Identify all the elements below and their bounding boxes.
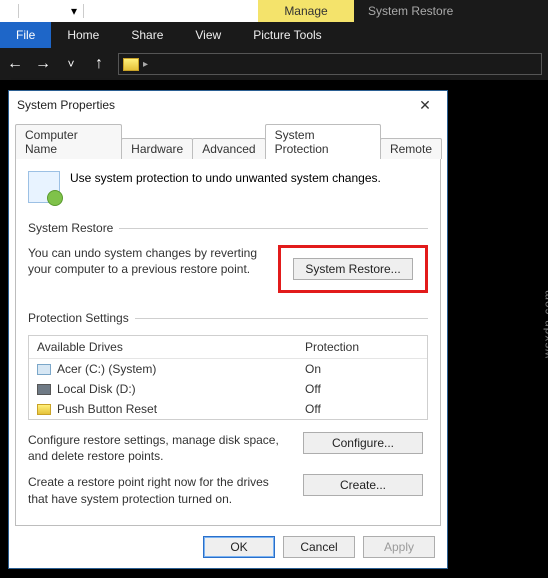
up-button[interactable]: ↑ xyxy=(90,55,108,73)
drives-table: Available Drives Protection Acer (C:) (S… xyxy=(28,335,428,420)
col-protection[interactable]: Protection xyxy=(297,336,427,358)
ribbon-context-label: Manage xyxy=(258,0,354,22)
dialog-actions: OK Cancel Apply xyxy=(9,526,447,568)
tab-hardware[interactable]: Hardware xyxy=(121,138,193,159)
ribbon-tabs: File Home Share View Picture Tools xyxy=(0,22,548,48)
system-restore-button[interactable]: System Restore... xyxy=(293,258,413,280)
tab-file[interactable]: File xyxy=(0,22,51,48)
ok-button[interactable]: OK xyxy=(203,536,275,558)
tab-panel: Use system protection to undo unwanted s… xyxy=(15,158,441,526)
group-system-restore: System Restore xyxy=(28,221,428,235)
col-available-drives[interactable]: Available Drives xyxy=(29,336,297,358)
separator xyxy=(18,4,19,18)
tab-system-protection[interactable]: System Protection xyxy=(265,124,381,159)
highlight-box: System Restore... xyxy=(278,245,428,293)
table-row[interactable]: Local Disk (D:) Off xyxy=(29,379,427,399)
window-title: System Restore xyxy=(354,0,548,22)
intro-text: Use system protection to undo unwanted s… xyxy=(70,171,381,185)
drive-name: Local Disk (D:) xyxy=(57,382,136,396)
drive-icon xyxy=(37,384,51,395)
drive-icon xyxy=(37,364,51,375)
group-protection-settings: Protection Settings xyxy=(28,311,428,325)
address-folder-icon xyxy=(123,58,139,71)
apply-button[interactable]: Apply xyxy=(363,536,435,558)
table-row[interactable]: Push Button Reset Off xyxy=(29,399,427,419)
dialog-titlebar[interactable]: System Properties ✕ xyxy=(9,91,447,119)
configure-description: Configure restore settings, manage disk … xyxy=(28,432,286,464)
cancel-button[interactable]: Cancel xyxy=(283,536,355,558)
intro-row: Use system protection to undo unwanted s… xyxy=(28,171,428,203)
tab-remote[interactable]: Remote xyxy=(380,138,442,159)
folder-icon xyxy=(37,404,51,415)
dialog-tabs: Computer Name Hardware Advanced System P… xyxy=(9,123,447,158)
qat-newfolder-icon[interactable] xyxy=(51,5,67,18)
table-header: Available Drives Protection xyxy=(29,336,427,359)
tab-advanced[interactable]: Advanced xyxy=(192,138,265,159)
create-button[interactable]: Create... xyxy=(303,474,423,496)
system-protection-icon xyxy=(28,171,60,203)
drive-state: On xyxy=(297,359,427,379)
drive-name: Push Button Reset xyxy=(57,402,157,416)
configure-button[interactable]: Configure... xyxy=(303,432,423,454)
tab-picture-tools[interactable]: Picture Tools xyxy=(237,22,337,48)
nav-toolbar: ← → ˅ ↑ ▸ xyxy=(0,48,548,80)
quick-access-toolbar: ▾ xyxy=(0,0,258,22)
qat-dropdown-icon[interactable]: ▾ xyxy=(71,4,77,18)
chevron-right-icon[interactable]: ▸ xyxy=(143,59,148,70)
tab-share[interactable]: Share xyxy=(115,22,179,48)
forward-button[interactable]: → xyxy=(34,55,52,73)
explorer-header: ▾ Manage System Restore File Home Share … xyxy=(0,0,548,80)
tab-home[interactable]: Home xyxy=(51,22,115,48)
restore-description: You can undo system changes by reverting… xyxy=(28,245,266,277)
watermark: wsxdn.com xyxy=(541,289,548,358)
drive-state: Off xyxy=(297,399,427,419)
group-label: Protection Settings xyxy=(28,311,129,325)
create-description: Create a restore point right now for the… xyxy=(28,474,286,506)
qat-properties-icon[interactable] xyxy=(27,5,43,18)
system-properties-dialog: System Properties ✕ Computer Name Hardwa… xyxy=(8,90,448,569)
drive-name: Acer (C:) (System) xyxy=(57,362,156,376)
drive-state: Off xyxy=(297,379,427,399)
group-label: System Restore xyxy=(28,221,113,235)
recent-dropdown-icon[interactable]: ˅ xyxy=(62,57,80,71)
back-button[interactable]: ← xyxy=(6,55,24,73)
address-bar[interactable]: ▸ xyxy=(118,53,542,75)
tab-view[interactable]: View xyxy=(179,22,237,48)
dialog-title: System Properties xyxy=(17,98,115,112)
close-button[interactable]: ✕ xyxy=(411,97,439,114)
table-row[interactable]: Acer (C:) (System) On xyxy=(29,359,427,379)
separator xyxy=(83,4,84,18)
tab-computer-name[interactable]: Computer Name xyxy=(15,124,122,159)
